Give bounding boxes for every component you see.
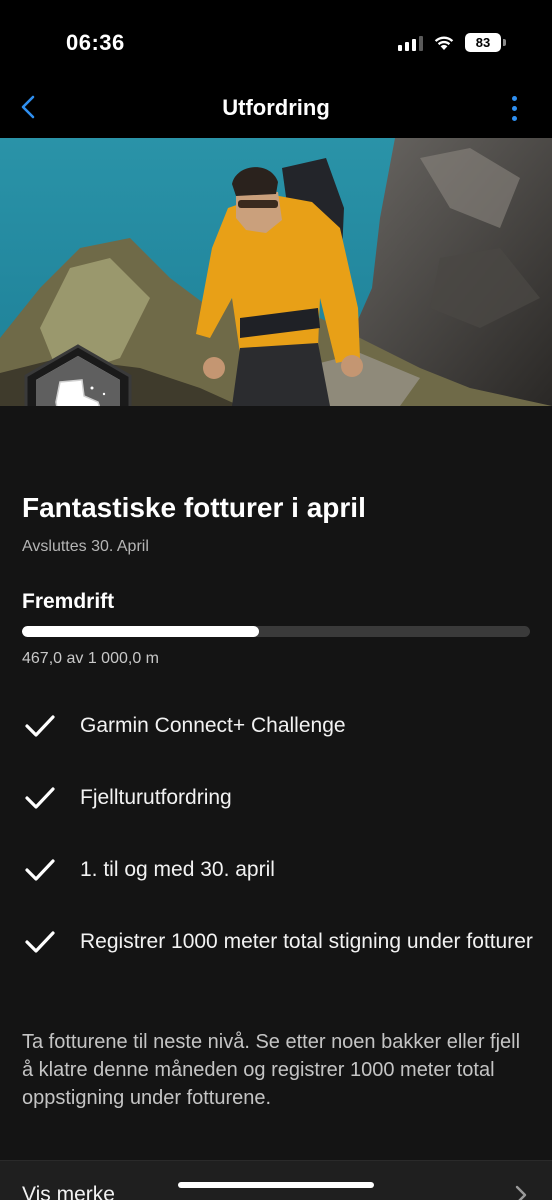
checkmark-icon — [25, 715, 55, 737]
status-bar: 06:36 83 — [0, 0, 552, 80]
progress-text: 467,0 av 1 000,0 m — [22, 650, 159, 667]
list-item-label: Garmin Connect+ Challenge — [80, 714, 346, 737]
progress-label: Fremdrift — [22, 590, 115, 613]
status-time: 06:36 — [66, 30, 125, 55]
end-date: Avsluttes 30. April — [22, 538, 149, 555]
list-item: 1. til og med 30. april — [22, 856, 538, 884]
battery-level: 83 — [465, 33, 501, 52]
page-title: Utfordring — [222, 95, 330, 120]
list-item: Fjellturutfordring — [22, 784, 538, 812]
more-vertical-icon — [511, 95, 517, 101]
list-item: Garmin Connect+ Challenge — [22, 712, 538, 740]
view-badge-label: Vis merke — [22, 1183, 115, 1200]
battery-icon: 83 — [465, 33, 506, 52]
challenge-details: Fantastiske fotturer i april Avsluttes 3… — [0, 406, 552, 1200]
cellular-signal-icon — [398, 35, 423, 51]
navigation-bar: Utfordring — [0, 80, 552, 138]
challenge-title: Fantastiske fotturer i april — [22, 492, 366, 523]
challenge-description: Ta fotturene til neste nivå. Se etter no… — [22, 1031, 521, 1109]
list-item-label: Registrer 1000 meter total stigning unde… — [80, 930, 533, 953]
list-item: Registrer 1000 meter total stigning unde… — [22, 928, 538, 956]
checkmark-icon — [25, 859, 55, 881]
checkmark-icon — [25, 931, 55, 953]
wifi-icon — [434, 36, 454, 50]
home-indicator[interactable] — [178, 1182, 374, 1188]
more-options-button[interactable] — [502, 93, 526, 123]
status-icons: 83 — [398, 33, 506, 52]
checkmark-icon — [25, 787, 55, 809]
progress-bar — [22, 626, 530, 637]
progress-bar-fill — [22, 626, 260, 637]
list-item-label: Fjellturutfordring — [80, 786, 232, 809]
view-badge-button[interactable]: Vis merke — [0, 1160, 552, 1200]
list-item-label: 1. til og med 30. april — [80, 858, 275, 881]
requirements-list: Garmin Connect+ Challenge Fjellturutford… — [22, 712, 538, 956]
chevron-right-icon — [515, 1185, 527, 1200]
